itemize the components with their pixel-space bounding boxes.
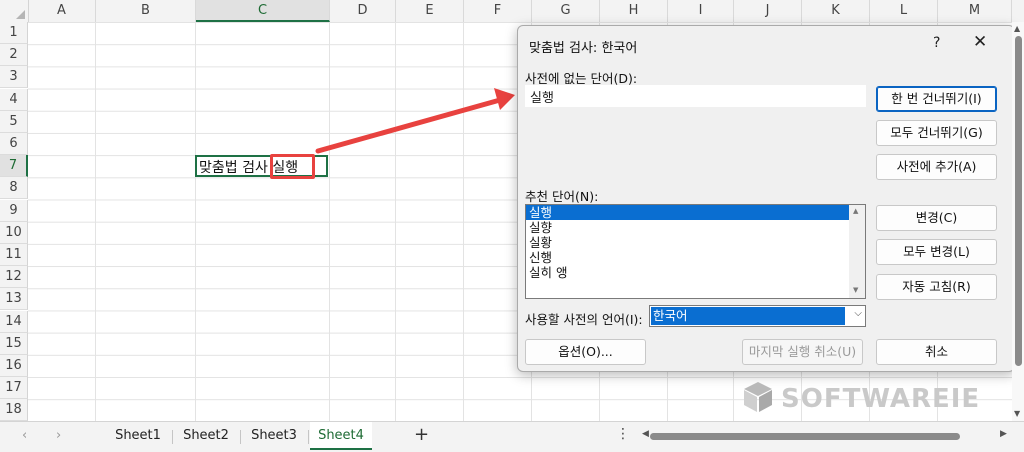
cancel-button[interactable]: 취소 <box>876 339 997 365</box>
scroll-down-icon[interactable]: ▼ <box>853 286 858 294</box>
row-header-13[interactable]: 13 <box>0 288 28 311</box>
column-header-j[interactable]: J <box>734 0 802 22</box>
vertical-scroll-thumb[interactable] <box>1015 36 1022 366</box>
column-header-m[interactable]: M <box>938 0 1012 22</box>
add-to-dictionary-button[interactable]: 사전에 추가(A) <box>876 154 997 180</box>
vertical-scrollbar[interactable]: ▲ ▼ <box>1012 22 1024 421</box>
tab-sheet1[interactable]: Sheet1 <box>106 422 170 450</box>
row-header-6[interactable]: 6 <box>0 133 28 155</box>
watermark-text: SOFTWAREIE <box>781 384 981 414</box>
add-sheet-icon[interactable]: + <box>414 424 429 445</box>
watermark-logo: SOFTWAREIE <box>741 380 981 416</box>
spelling-dialog: 맞춤법 검사: 한국어 ? ✕ 사전에 없는 단어(D): 실행 한 번 건너뛰… <box>517 25 1015 372</box>
row-header-5[interactable]: 5 <box>0 110 28 133</box>
column-header-i[interactable]: I <box>668 0 734 22</box>
row-header-15[interactable]: 15 <box>0 332 28 355</box>
row-header-11[interactable]: 11 <box>0 244 28 266</box>
row-header-9[interactable]: 9 <box>0 199 28 222</box>
ignore-once-button[interactable]: 한 번 건너뛰기(I) <box>876 86 997 112</box>
suggestions-scrollbar[interactable]: ▲ ▼ <box>849 205 865 298</box>
column-header-bar: A B C D E F G H I J K L M <box>0 0 1024 23</box>
row-header-3[interactable]: 3 <box>0 66 28 89</box>
misspelled-word-highlight <box>270 154 315 179</box>
tab-sheet4[interactable]: Sheet4 <box>310 422 372 450</box>
column-header-h[interactable]: H <box>600 0 668 22</box>
row-header-10[interactable]: 10 <box>0 221 28 244</box>
row-header-17[interactable]: 17 <box>0 377 28 400</box>
more-options-icon[interactable]: ⋮ <box>616 426 630 442</box>
column-header-e[interactable]: E <box>396 0 464 22</box>
row-header-2[interactable]: 2 <box>0 44 28 67</box>
horizontal-scroll-thumb[interactable] <box>650 433 960 440</box>
column-header-b[interactable]: B <box>96 0 196 22</box>
close-icon[interactable]: ✕ <box>973 32 987 52</box>
row-header-16[interactable]: 16 <box>0 355 28 377</box>
column-header-l[interactable]: L <box>870 0 938 22</box>
suggestion-item[interactable]: 실히 앵 <box>526 265 851 280</box>
scroll-left-icon[interactable]: ◀ <box>642 429 649 439</box>
suggestions-list[interactable]: 실행 실향 실황 신행 실히 앵 ▲ ▼ <box>525 204 866 299</box>
dialog-title: 맞춤법 검사: 한국어 <box>529 41 638 56</box>
suggestion-item[interactable]: 실행 <box>526 205 851 220</box>
chevron-right-icon[interactable]: › <box>56 428 61 443</box>
row-header-4[interactable]: 4 <box>0 88 28 111</box>
change-button[interactable]: 변경(C) <box>876 205 997 231</box>
row-header-12[interactable]: 12 <box>0 266 28 289</box>
row-header-8[interactable]: 8 <box>0 177 28 200</box>
cell-c7-prefix: 맞춤법 검사 <box>199 160 268 176</box>
tab-sheet2[interactable]: Sheet2 <box>174 422 238 450</box>
column-header-g[interactable]: G <box>532 0 600 22</box>
chevron-down-icon[interactable]: ⌵ <box>854 308 862 319</box>
chevron-left-icon[interactable]: ‹ <box>22 428 27 443</box>
suggestion-item[interactable]: 실황 <box>526 235 851 250</box>
horizontal-scrollbar[interactable]: ◀ ▶ <box>642 429 1012 443</box>
not-in-dictionary-field[interactable]: 실행 <box>525 85 866 107</box>
scroll-right-icon[interactable]: ▶ <box>1000 429 1007 439</box>
options-button[interactable]: 옵션(O)... <box>525 339 646 365</box>
suggestion-item[interactable]: 실향 <box>526 220 851 235</box>
scroll-up-icon[interactable]: ▲ <box>1014 24 1020 33</box>
row-header-18[interactable]: 18 <box>0 399 28 422</box>
language-select[interactable]: 한국어 ⌵ <box>649 305 866 327</box>
scroll-down-icon[interactable]: ▼ <box>1014 409 1020 418</box>
row-header-1[interactable]: 1 <box>0 22 28 44</box>
select-all-corner[interactable] <box>0 0 29 22</box>
column-header-c[interactable]: C <box>196 0 330 22</box>
undo-last-button[interactable]: 마지막 실행 취소(U) <box>742 339 863 365</box>
column-header-f[interactable]: F <box>464 0 532 22</box>
change-all-button[interactable]: 모두 변경(L) <box>876 239 997 265</box>
sheet-tab-bar: ‹ › Sheet1 Sheet2 Sheet3 Sheet4 + ⋮ ◀ ▶ <box>0 421 1024 452</box>
language-selected-value: 한국어 <box>651 307 845 325</box>
column-header-k[interactable]: K <box>802 0 870 22</box>
row-header-14[interactable]: 14 <box>0 310 28 333</box>
suggestion-item[interactable]: 신행 <box>526 250 851 265</box>
column-header-a[interactable]: A <box>28 0 96 22</box>
ignore-all-button[interactable]: 모두 건너뛰기(G) <box>876 120 997 146</box>
tab-sheet3[interactable]: Sheet3 <box>242 422 306 450</box>
suggestions-label: 추천 단어(N): <box>525 189 599 204</box>
help-icon[interactable]: ? <box>933 35 940 51</box>
cube-logo-icon <box>744 382 772 412</box>
row-header-7[interactable]: 7 <box>0 155 28 178</box>
autocorrect-button[interactable]: 자동 고침(R) <box>876 274 997 300</box>
scroll-up-icon[interactable]: ▲ <box>853 207 858 215</box>
column-header-d[interactable]: D <box>330 0 396 22</box>
language-label: 사용할 사전의 언어(I): <box>525 312 643 327</box>
